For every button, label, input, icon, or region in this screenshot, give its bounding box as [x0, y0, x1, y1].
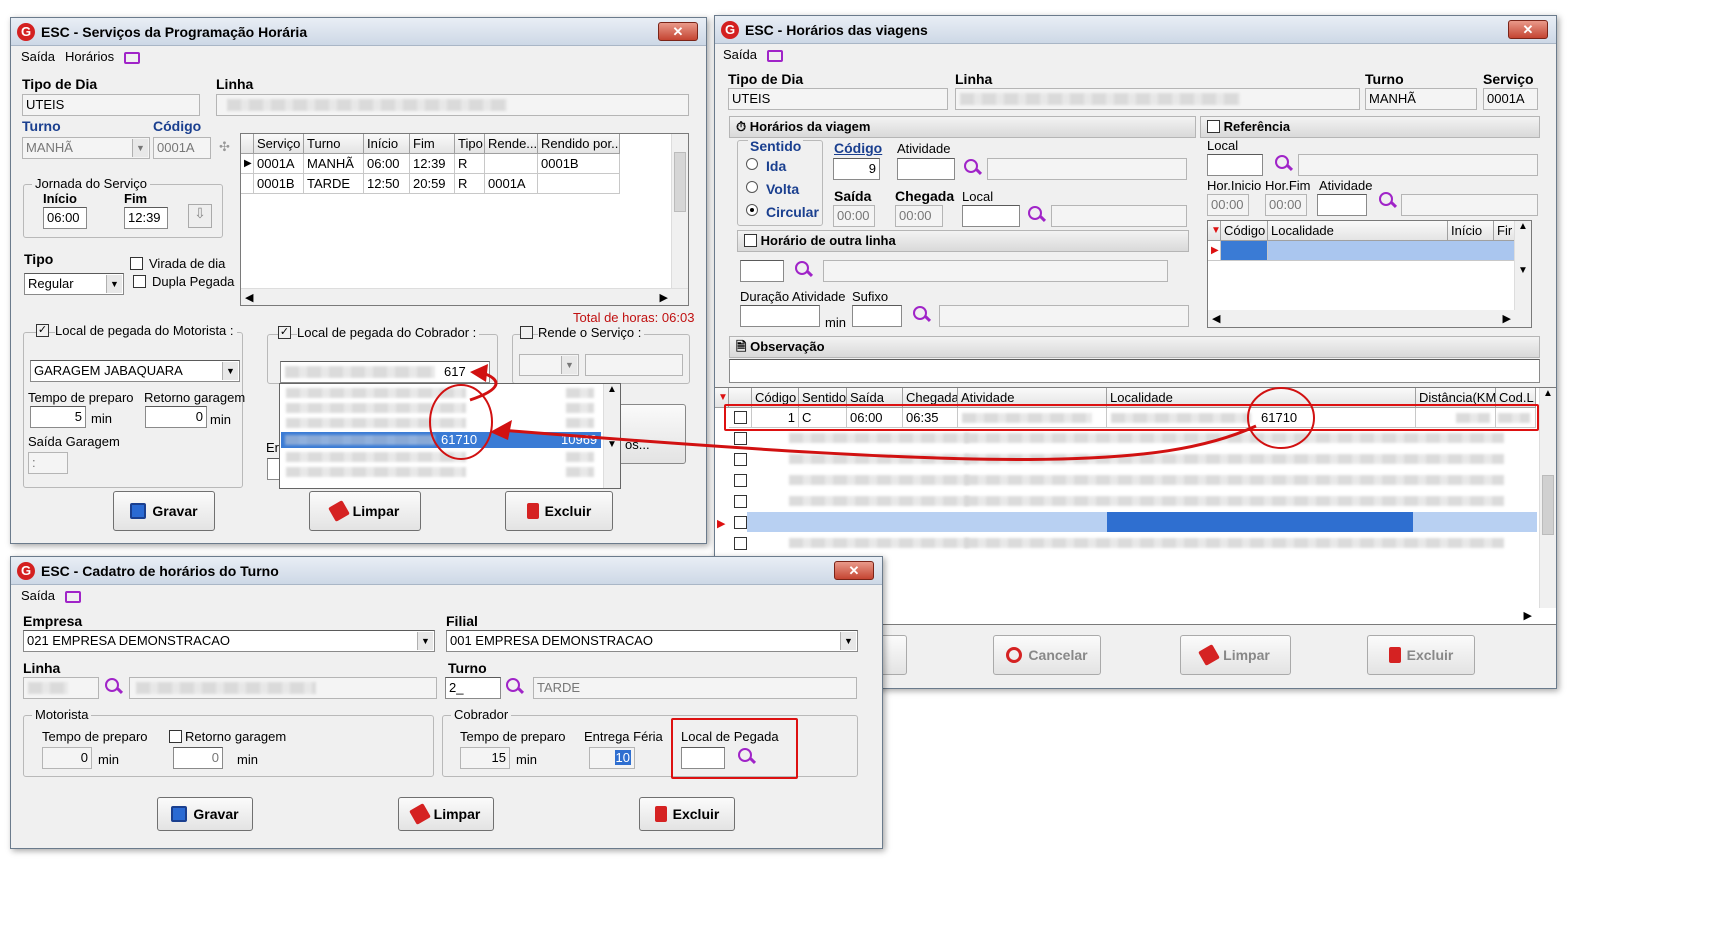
highlight-circle-grid [1247, 387, 1315, 449]
arrow-head-up [470, 364, 488, 382]
arrow-head-main [490, 420, 512, 440]
annotation-overlay [429, 364, 1315, 461]
arrow-path-main [499, 424, 1257, 461]
